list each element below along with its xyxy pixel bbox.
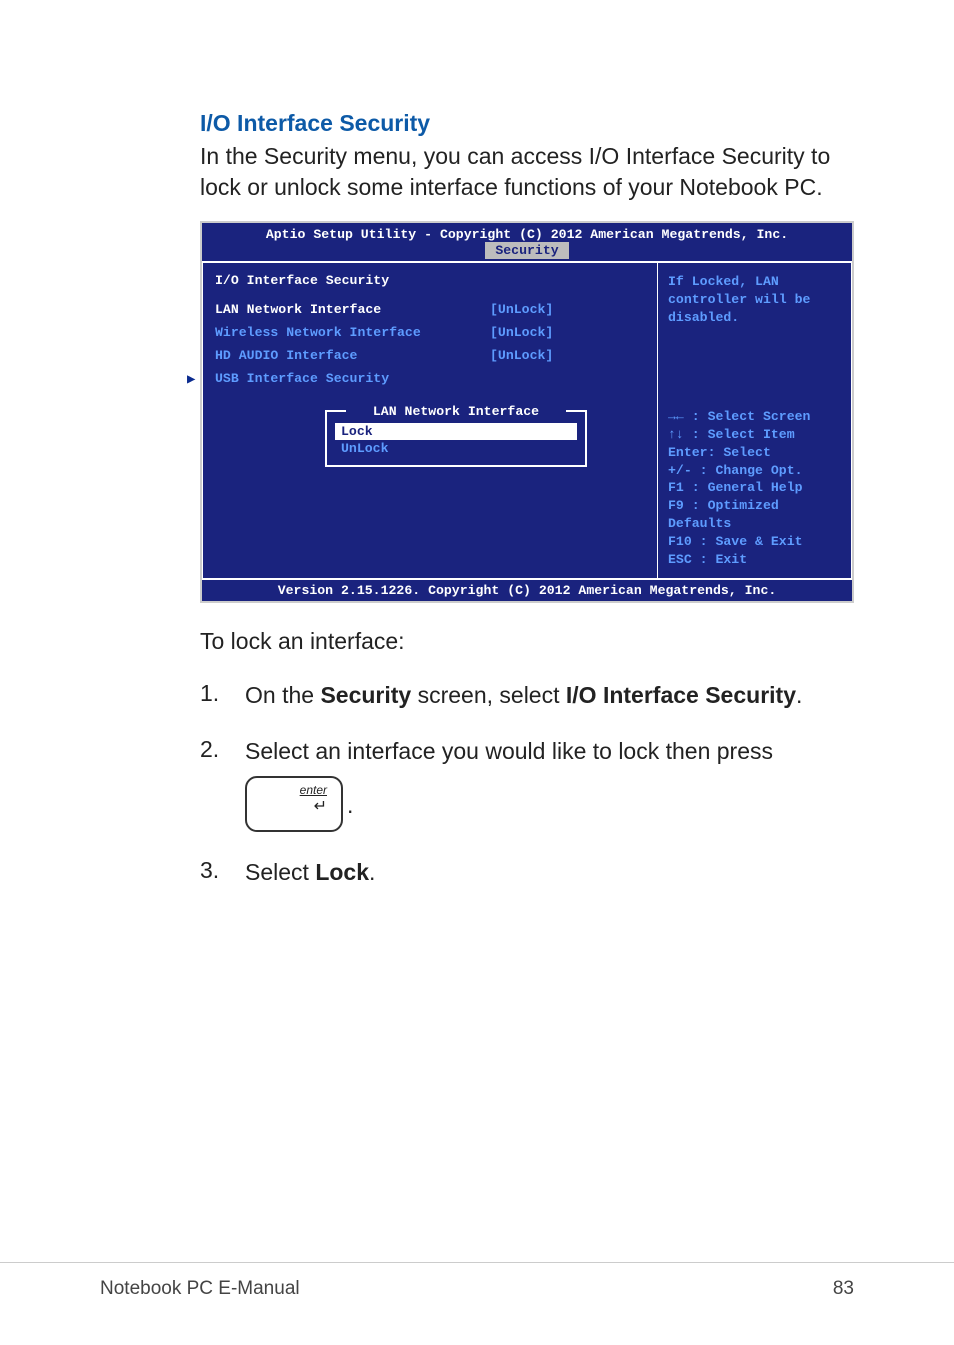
step-2: 2. Select an interface you would like to… [200, 736, 854, 831]
footer-left: Notebook PC E-Manual [100, 1278, 300, 1300]
bios-row-label: LAN Network Interface [215, 302, 490, 317]
bios-submenu-usb: ▶ USB Interface Security [215, 371, 657, 386]
bios-row-label: HD AUDIO Interface [215, 348, 490, 363]
footer-page-number: 83 [833, 1278, 854, 1300]
step-text: On the Security screen, select I/O Inter… [245, 680, 802, 711]
bios-header: Aptio Setup Utility - Copyright (C) 2012… [202, 223, 852, 242]
bios-submenu-label: USB Interface Security [215, 371, 389, 386]
step-3: 3. Select Lock. [200, 857, 854, 888]
step-1: 1. On the Security screen, select I/O In… [200, 680, 854, 711]
bios-row-value: [UnLock] [490, 348, 553, 363]
bios-screenshot: Aptio Setup Utility - Copyright (C) 2012… [200, 221, 854, 603]
section-heading: I/O Interface Security [200, 110, 854, 137]
intro-text: In the Security menu, you can access I/O… [200, 141, 854, 203]
bios-row-value: [UnLock] [490, 325, 553, 340]
bios-hotkeys: →← : Select Screen ↑↓ : Select Item Ente… [668, 408, 841, 568]
bios-help-text: If Locked, LAN controller will be disabl… [668, 273, 841, 408]
submenu-arrow-icon: ▶ [187, 371, 195, 388]
bios-popup-option-unlock: UnLock [335, 440, 577, 457]
return-arrow-icon: ↵ [314, 796, 327, 818]
step-num: 1. [200, 680, 245, 711]
bios-row-hdaudio: HD AUDIO Interface [UnLock] [215, 348, 657, 363]
step-num: 2. [200, 736, 245, 831]
bios-row-wireless: Wireless Network Interface [UnLock] [215, 325, 657, 340]
bios-footer: Version 2.15.1226. Copyright (C) 2012 Am… [202, 579, 852, 601]
bios-section-title: I/O Interface Security [215, 273, 657, 288]
bios-popup-title: LAN Network Interface [346, 403, 566, 420]
bios-row-value: [UnLock] [490, 302, 553, 317]
period: . [347, 790, 353, 831]
lock-instruction-lead: To lock an interface: [200, 628, 854, 655]
page-footer: Notebook PC E-Manual 83 [0, 1262, 954, 1300]
step-num: 3. [200, 857, 245, 888]
step-text: Select an interface you would like to lo… [245, 736, 854, 831]
step-text: Select Lock. [245, 857, 375, 888]
bios-row-label: Wireless Network Interface [215, 325, 490, 340]
bios-popup-option-lock: Lock [335, 423, 577, 440]
bios-tab-security: Security [485, 242, 568, 259]
bios-row-lan: LAN Network Interface [UnLock] [215, 302, 657, 317]
bios-popup: LAN Network Interface Lock UnLock [326, 411, 586, 466]
enter-key-icon: enter ↵ [245, 776, 343, 832]
